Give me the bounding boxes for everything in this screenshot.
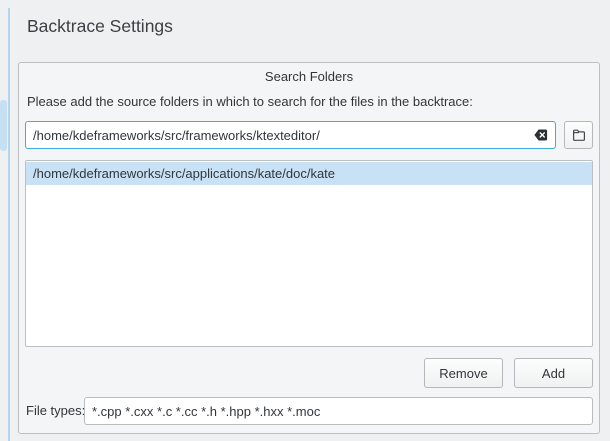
file-types-input[interactable] [84, 397, 593, 425]
instruction-label: Please add the source folders in which t… [27, 94, 473, 109]
remove-button[interactable]: Remove [424, 358, 503, 388]
add-button[interactable]: Add [514, 358, 593, 388]
folder-icon [571, 127, 587, 143]
page-title: Backtrace Settings [27, 16, 173, 37]
folder-list[interactable]: /home/kdeframeworks/src/applications/kat… [25, 160, 593, 347]
group-title: Search Folders [19, 69, 599, 84]
search-folders-group: Search Folders Please add the source fol… [18, 62, 600, 434]
pane-separator [8, 8, 10, 441]
folder-path-input[interactable] [25, 121, 556, 149]
backtrace-settings-page: Backtrace Settings Search Folders Please… [0, 0, 610, 441]
file-types-label: File types: [26, 397, 85, 425]
scrollbar-thumb[interactable] [0, 100, 7, 151]
browse-folder-button[interactable] [564, 121, 593, 149]
list-item[interactable]: /home/kdeframeworks/src/applications/kat… [26, 162, 592, 185]
clear-text-icon[interactable] [533, 127, 549, 143]
